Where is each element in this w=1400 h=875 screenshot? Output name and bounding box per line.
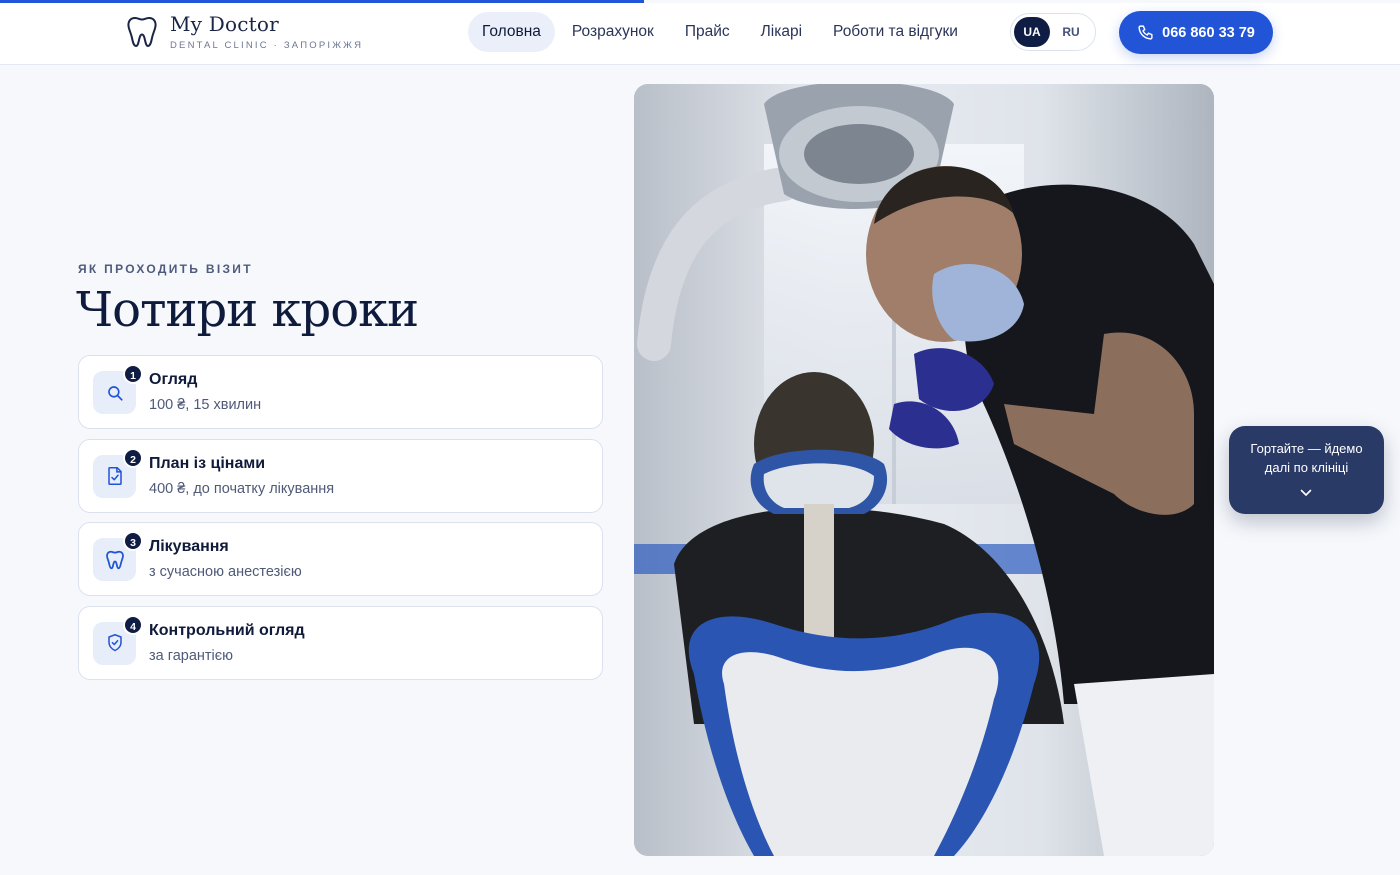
step-subtitle: 400 ₴, до початку лікування bbox=[149, 480, 335, 497]
language-ru-button[interactable]: RU bbox=[1053, 17, 1089, 47]
step-number-badge: 2 bbox=[123, 447, 143, 468]
phone-number: 066 860 33 79 bbox=[1162, 24, 1255, 41]
step-card-exam[interactable]: 1 Огляд 100 ₴, 15 хвилин bbox=[78, 355, 603, 429]
step-title: Лікування bbox=[149, 538, 229, 555]
dentist-at-work-photo bbox=[634, 84, 1214, 856]
phone-icon bbox=[1138, 25, 1153, 40]
step-card-treatment[interactable]: 3 Лікування з сучасною анестезією bbox=[78, 522, 603, 596]
nav-item-home[interactable]: Головна bbox=[468, 12, 555, 52]
site-header: My Doctor DENTAL CLINIC · ЗАПОРІЖЖЯ Голо… bbox=[0, 3, 1400, 65]
phone-call-button[interactable]: 066 860 33 79 bbox=[1119, 11, 1273, 54]
steps-list: 1 Огляд 100 ₴, 15 хвилин 2 План із цінам… bbox=[78, 355, 603, 689]
step-title: План із цінами bbox=[149, 454, 266, 472]
step-number-badge: 4 bbox=[123, 614, 143, 635]
section-title: Чотири кроки bbox=[76, 282, 419, 338]
main-nav: Головна Розрахунок Прайс Лікарі Роботи т… bbox=[468, 12, 975, 52]
step-card-followup[interactable]: 4 Контрольний огляд за гарантією bbox=[78, 605, 603, 680]
nav-item-works-reviews[interactable]: Роботи та відгуки bbox=[819, 12, 972, 52]
nav-item-doctors[interactable]: Лікарі bbox=[747, 12, 816, 52]
nav-item-prices[interactable]: Прайс bbox=[671, 12, 744, 52]
chevron-down-icon bbox=[1300, 489, 1312, 496]
language-switcher: UA RU bbox=[1010, 13, 1096, 51]
step-subtitle: з сучасною анестезією bbox=[149, 564, 302, 580]
step-number-badge: 1 bbox=[123, 364, 143, 384]
step-title: Контрольний огляд bbox=[149, 621, 305, 639]
brand-name: My Doctor bbox=[170, 12, 279, 36]
section-eyebrow: ЯК ПРОХОДИТЬ ВІЗИТ bbox=[78, 262, 253, 276]
step-subtitle: 100 ₴, 15 хвилин bbox=[149, 397, 262, 413]
step-subtitle: за гарантією bbox=[149, 647, 234, 664]
step-title: Огляд bbox=[149, 371, 198, 388]
language-ua-button[interactable]: UA bbox=[1014, 17, 1050, 47]
scroll-hint-text: Гортайте — йдемо далі по клініці bbox=[1250, 441, 1363, 475]
tooth-logo-icon bbox=[127, 17, 157, 47]
logo[interactable]: My Doctor DENTAL CLINIC · ЗАПОРІЖЖЯ bbox=[127, 13, 363, 51]
nav-item-calculation[interactable]: Розрахунок bbox=[558, 12, 668, 52]
brand-tagline: DENTAL CLINIC · ЗАПОРІЖЖЯ bbox=[170, 40, 364, 51]
step-number-badge: 3 bbox=[123, 531, 143, 551]
step-card-plan[interactable]: 2 План із цінами 400 ₴, до початку лікув… bbox=[78, 438, 603, 513]
scroll-hint-button[interactable]: Гортайте — йдемо далі по клініці bbox=[1229, 426, 1384, 514]
